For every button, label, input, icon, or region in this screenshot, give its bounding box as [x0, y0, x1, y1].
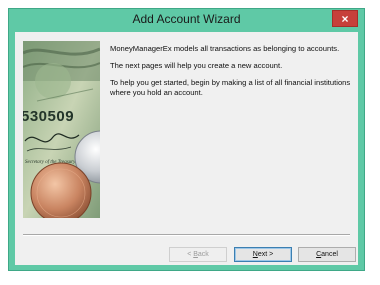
wizard-content: 530509 Secretary of the Treasury MoneyMa…: [15, 32, 358, 265]
window-title: Add Account Wizard: [132, 12, 241, 26]
banknote-serial: 530509: [23, 108, 74, 125]
next-label: ext >: [257, 251, 274, 258]
next-button[interactable]: Next >: [234, 247, 292, 262]
money-image: 530509 Secretary of the Treasury: [23, 41, 100, 218]
intro-line-3: To help you get started, begin by making…: [110, 78, 351, 97]
separator: [23, 234, 350, 236]
intro-text: MoneyManagerEx models all transactions a…: [110, 44, 355, 105]
intro-line-1: MoneyManagerEx models all transactions a…: [110, 44, 340, 53]
intro-line-2: The next pages will help you create a ne…: [110, 61, 283, 71]
title-bar[interactable]: Add Account Wizard ×: [9, 9, 364, 31]
back-label: ack: [197, 251, 209, 258]
close-button[interactable]: ×: [332, 10, 358, 27]
back-button[interactable]: < Back: [169, 247, 227, 262]
wizard-window: Add Account Wizard × 530509 Secretary of…: [8, 8, 365, 271]
cancel-button[interactable]: Cancel: [298, 247, 356, 262]
banknote-coins-icon: 530509 Secretary of the Treasury: [23, 41, 100, 218]
cancel-label: ancel: [321, 251, 338, 258]
